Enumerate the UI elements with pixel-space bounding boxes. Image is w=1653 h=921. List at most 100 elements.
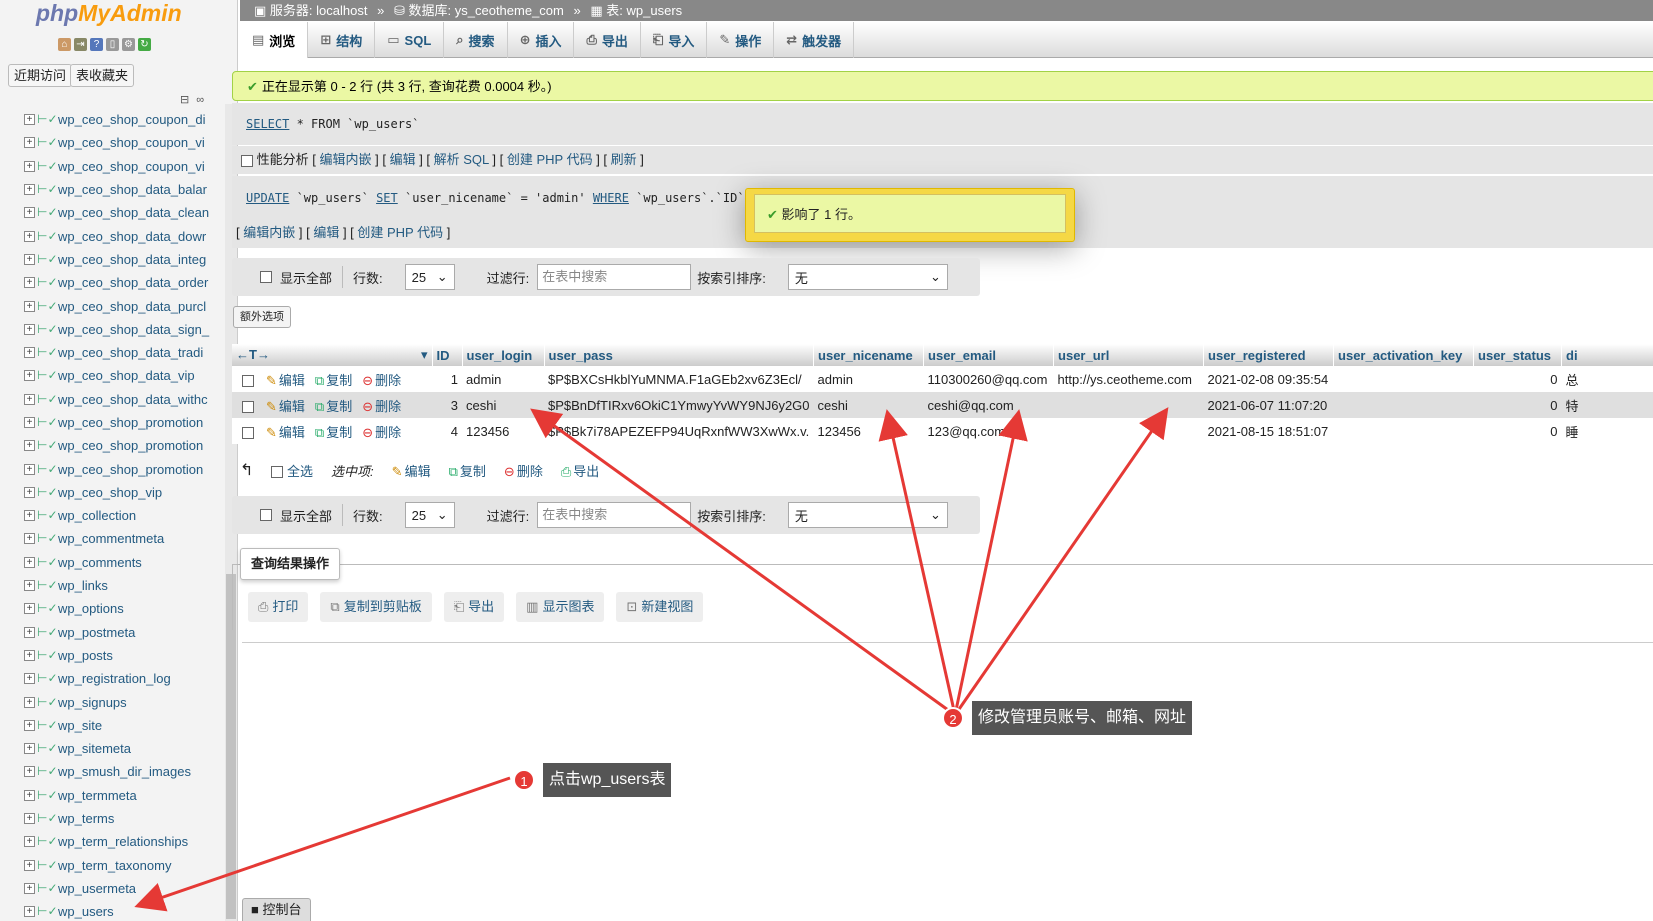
sidebar-item-table[interactable]: + ⊢✓ wp_collection [24, 504, 224, 527]
table-name[interactable]: wp_signups [58, 691, 127, 714]
explain-sql-link[interactable]: 解析 SQL [434, 152, 489, 167]
sidebar-item-table[interactable]: + ⊢✓ wp_ceo_shop_promotion [24, 411, 224, 434]
exit-icon[interactable]: ⇥ [74, 38, 87, 51]
cell-user-status[interactable]: 0 [1473, 392, 1562, 418]
expand-icon[interactable]: + [24, 649, 35, 661]
sql-keyword-where[interactable]: WHERE [593, 191, 629, 205]
column-header-user-email[interactable]: user_email [923, 344, 1055, 366]
expand-icon[interactable]: + [24, 882, 35, 894]
cell-id[interactable]: 1 [432, 366, 462, 392]
rows-select[interactable]: 25 ⌄ [404, 502, 455, 528]
sidebar-item-table[interactable]: + ⊢✓ wp_options [24, 597, 224, 620]
table-name[interactable]: wp_termmeta [58, 784, 137, 807]
table-name[interactable]: wp_ceo_shop_data_withc [58, 388, 208, 411]
cell-user-login[interactable]: 123456 [462, 418, 544, 444]
table-name[interactable]: wp_ceo_shop_data_clean [58, 201, 209, 224]
expand-icon[interactable]: + [24, 277, 35, 289]
table-name[interactable]: wp_ceo_shop_data_integ [58, 248, 206, 271]
table-name[interactable]: wp_registration_log [58, 667, 171, 690]
column-toggle-header[interactable]: ←T→ ▾ [232, 344, 433, 366]
column-header-user-nicename[interactable]: user_nicename [813, 344, 925, 366]
breadcrumb-table[interactable]: wp_users [627, 3, 683, 18]
expand-icon[interactable]: + [24, 580, 35, 592]
sidebar-item-table[interactable]: + ⊢✓ wp_sitemeta [24, 737, 224, 760]
expand-icon[interactable]: + [24, 184, 35, 196]
tab-export[interactable]: ⎙ 导出 [574, 22, 641, 58]
sidebar-item-table[interactable]: + ⊢✓ wp_users [24, 900, 224, 921]
table-name[interactable]: wp_collection [58, 504, 136, 527]
sql-keyword-select[interactable]: SELECT [246, 117, 289, 131]
copy-to-clipboard-button[interactable]: ⧉ 复制到剪贴板 [320, 592, 432, 622]
profiling-checkbox[interactable] [241, 154, 253, 167]
sidebar-item-table[interactable]: + ⊢✓ wp_ceo_shop_data_withc [24, 388, 224, 411]
bulk-edit-button[interactable]: ✎ 编辑 [392, 461, 431, 480]
cell-user-nicename[interactable]: admin [813, 366, 924, 392]
table-name[interactable]: wp_term_taxonomy [58, 854, 171, 877]
select-all-label[interactable]: 全选 [287, 464, 313, 479]
display-chart-button[interactable]: ▥ 显示图表 [516, 592, 605, 622]
table-name[interactable]: wp_term_relationships [58, 830, 188, 853]
export-button[interactable]: ⎗ 导出 [443, 592, 505, 622]
sort-index-select[interactable]: 无 ⌄ [787, 502, 948, 528]
home-icon[interactable]: ⌂ [58, 38, 71, 51]
tab-insert[interactable]: ⊕ 插入 [508, 22, 575, 58]
expand-icon[interactable]: + [24, 906, 35, 918]
sidebar-item-table[interactable]: + ⊢✓ wp_ceo_shop_data_balar [24, 178, 224, 201]
table-name[interactable]: wp_ceo_shop_vip [58, 481, 162, 504]
expand-icon[interactable]: + [24, 370, 35, 382]
filter-input[interactable]: 在表中搜索 [537, 264, 692, 290]
edit-inline-link[interactable]: 编辑内嵌 [243, 225, 295, 240]
sidebar-item-table[interactable]: + ⊢✓ wp_postmeta [24, 621, 224, 644]
show-all-checkbox[interactable] [260, 509, 272, 521]
table-name[interactable]: wp_usermeta [58, 877, 136, 900]
table-name[interactable]: wp_ceo_shop_data_vip [58, 364, 195, 387]
table-name[interactable]: wp_posts [58, 644, 113, 667]
cell-user-email[interactable]: 123@qq.com [923, 418, 1054, 444]
create-php-code-link[interactable]: 创建 PHP 代码 [357, 225, 443, 240]
row-edit-button[interactable]: ✎ 编辑 [266, 373, 305, 388]
cell-user-nicename[interactable]: ceshi [813, 392, 924, 418]
expand-icon[interactable]: + [24, 603, 35, 615]
sidebar-item-table[interactable]: + ⊢✓ wp_comments [24, 551, 224, 574]
expand-icon[interactable]: + [24, 230, 35, 242]
console-tab[interactable]: ■ 控制台 [242, 898, 311, 921]
expand-icon[interactable]: + [24, 556, 35, 568]
cell-user-status[interactable]: 0 [1473, 366, 1562, 392]
column-header-user-pass[interactable]: user_pass [544, 344, 815, 366]
row-copy-button[interactable]: ⧉ 复制 [315, 399, 352, 414]
expand-icon[interactable]: + [24, 533, 35, 545]
cell-user-pass[interactable]: $P$BXCsHkblYuMNMA.F1aGEb2xv6Z3Ecl/ [544, 366, 814, 392]
settings-gear-icon[interactable]: ⚙ [122, 38, 135, 51]
bulk-export-button[interactable]: ⎙ 导出 [561, 461, 599, 480]
expand-icon[interactable]: + [24, 510, 35, 522]
cell-user-login[interactable]: admin [462, 366, 544, 392]
table-name[interactable]: wp_ceo_shop_coupon_vi [58, 155, 205, 178]
cell-user-activation-key[interactable] [1333, 392, 1474, 418]
rows-select[interactable]: 25 ⌄ [404, 264, 455, 290]
expand-icon[interactable]: + [24, 696, 35, 708]
cell-user-email[interactable]: 110300260@qq.com [923, 366, 1054, 392]
table-name[interactable]: wp_ceo_shop_data_balar [58, 178, 207, 201]
expand-icon[interactable]: + [24, 393, 35, 405]
row-delete-button[interactable]: ⊖ 删除 [362, 425, 401, 440]
cell-user-registered[interactable]: 2021-06-07 11:07:20 [1203, 392, 1334, 418]
row-copy-button[interactable]: ⧉ 复制 [315, 373, 352, 388]
sidebar-item-table[interactable]: + ⊢✓ wp_posts [24, 644, 224, 667]
table-name[interactable]: wp_commentmeta [58, 527, 164, 550]
expand-icon[interactable]: + [24, 743, 35, 755]
sidebar-item-table[interactable]: + ⊢✓ wp_registration_log [24, 667, 224, 690]
sidebar-item-table[interactable]: + ⊢✓ wp_ceo_shop_data_order [24, 271, 224, 294]
docs-icon[interactable]: ▯ [106, 38, 119, 51]
cell-user-activation-key[interactable] [1333, 366, 1474, 392]
expand-icon[interactable]: + [24, 813, 35, 825]
sidebar-item-table[interactable]: + ⊢✓ wp_ceo_shop_data_integ [24, 248, 224, 271]
refresh-link[interactable]: 刷新 [611, 152, 637, 167]
tab-operations[interactable]: ✎ 操作 [707, 22, 775, 58]
expand-icon[interactable]: + [24, 463, 35, 475]
table-name[interactable]: wp_ceo_shop_promotion [58, 411, 203, 434]
expand-icon[interactable]: + [24, 137, 35, 149]
column-header-user-registered[interactable]: user_registered [1203, 344, 1335, 366]
expand-icon[interactable]: + [24, 300, 35, 312]
sidebar-item-table[interactable]: + ⊢✓ wp_ceo_shop_data_sign_ [24, 318, 224, 341]
table-name[interactable]: wp_ceo_shop_promotion [58, 434, 203, 457]
